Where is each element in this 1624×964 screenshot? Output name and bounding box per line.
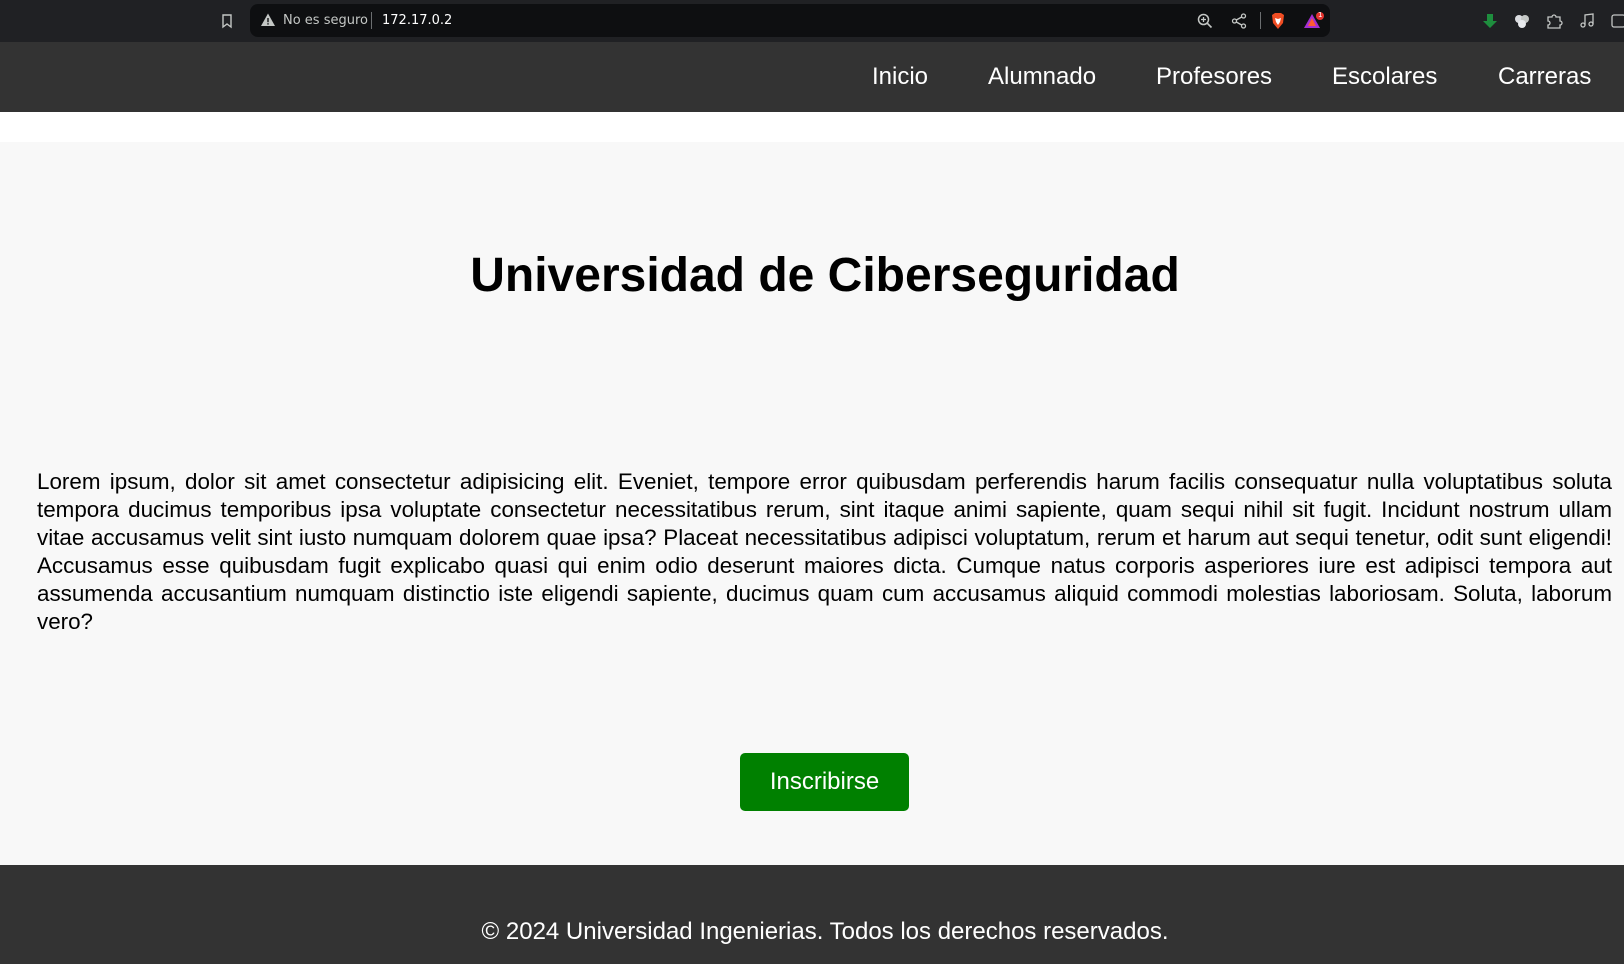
intro-paragraph: Lorem ipsum, dolor sit amet consectetur … [37, 469, 1612, 634]
nav-link-carreras[interactable]: Carreras [1498, 63, 1591, 91]
nav-link-inicio[interactable]: Inicio [872, 63, 928, 91]
site-footer: © 2024 Universidad Ingenierias. Todos lo… [0, 865, 1624, 964]
copyright-text: © 2024 Universidad Ingenierias. Todos lo… [481, 918, 1169, 945]
nav-link-escolares[interactable]: Escolares [1332, 63, 1437, 91]
nav-link-alumnado[interactable]: Alumnado [988, 63, 1096, 91]
warning-icon[interactable] [260, 12, 276, 28]
rewards-badge: 1 [1318, 11, 1323, 19]
sidebar-icon[interactable] [1610, 12, 1624, 30]
security-label[interactable]: No es seguro [283, 13, 368, 28]
header-spacer [0, 112, 1624, 142]
share-icon[interactable] [1230, 12, 1248, 30]
extensions-icon[interactable] [1545, 12, 1563, 30]
bookmark-icon[interactable] [219, 13, 235, 29]
zoom-icon[interactable] [1196, 12, 1214, 30]
address-separator [1260, 12, 1261, 29]
address-bar[interactable]: No es seguro 172.17.0.2 1 [250, 4, 1330, 37]
address-separator [371, 12, 372, 29]
url-text[interactable]: 172.17.0.2 [382, 13, 452, 28]
download-icon[interactable] [1481, 12, 1499, 30]
main-content: Universidad de Ciberseguridad Lorem ipsu… [0, 142, 1624, 865]
wallet-icon[interactable] [1513, 12, 1531, 30]
media-icon[interactable] [1578, 12, 1596, 30]
brave-shield-icon[interactable] [1269, 12, 1287, 30]
page-title: Universidad de Ciberseguridad [470, 249, 1180, 302]
enroll-button[interactable]: Inscribirse [740, 753, 909, 811]
browser-toolbar: No es seguro 172.17.0.2 1 [0, 0, 1624, 42]
nav-link-profesores[interactable]: Profesores [1156, 63, 1272, 91]
site-nav: Inicio Alumnado Profesores Escolares Car… [0, 42, 1624, 112]
